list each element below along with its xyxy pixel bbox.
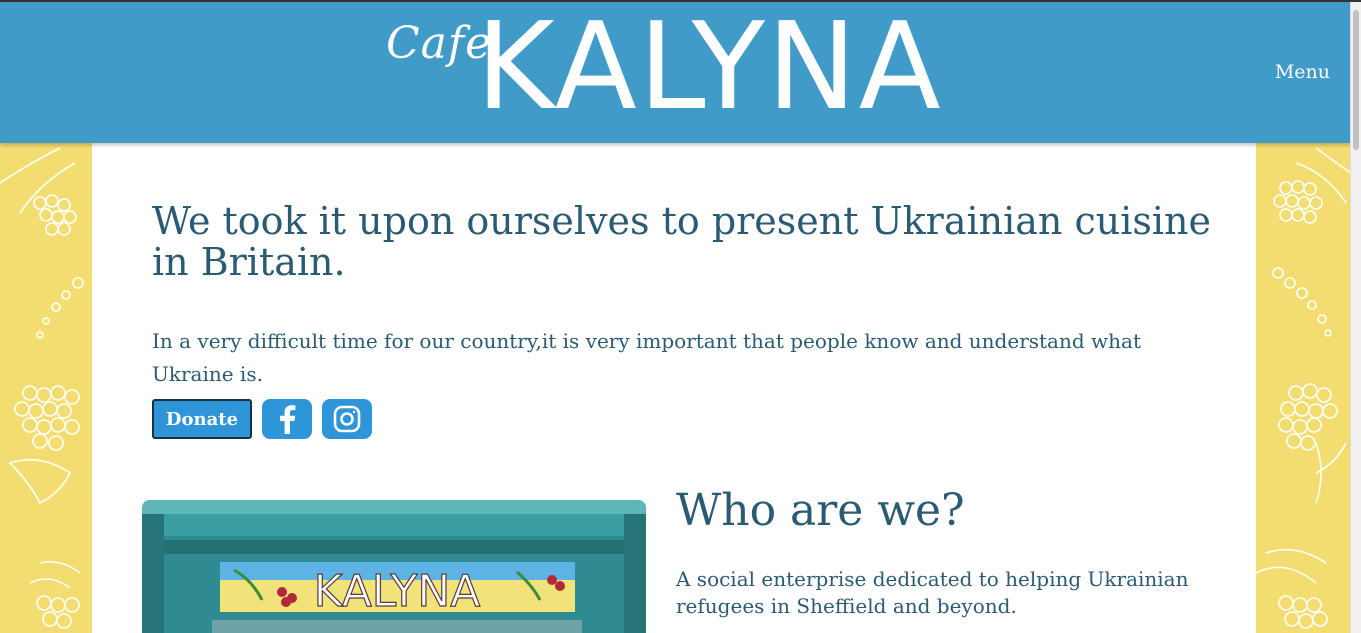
site-header: Cafe KALYNA Menu [0,2,1351,143]
instagram-icon [333,405,361,433]
facebook-button[interactable] [262,399,312,439]
hero-title: We took it upon ourselves to present Ukr… [152,199,1211,284]
action-buttons: Donate [152,399,372,439]
instagram-button[interactable] [322,399,372,439]
scrollbar-thumb[interactable] [1353,10,1359,150]
cafe-kalyna-logo[interactable]: Cafe KALYNA [384,8,941,131]
logo-kalyna-text: KALYNA [476,0,943,137]
main-content: We took it upon ourselves to present Ukr… [92,143,1256,633]
left-floral-border [0,143,92,633]
facebook-icon [280,405,296,434]
right-floral-border [1256,143,1351,633]
cafe-storefront-photo: KALYNA [142,500,646,633]
page-scrollbar[interactable] [1350,2,1361,633]
about-text: A social enterprise dedicated to helping… [676,567,1189,618]
hero-text: In a very difficult time for our country… [152,329,1141,386]
menu-link[interactable]: Menu [1275,61,1330,83]
storefront-sign-text: KALYNA [314,566,481,617]
donate-button[interactable]: Donate [152,399,252,439]
about-title: Who are we? [676,485,965,536]
